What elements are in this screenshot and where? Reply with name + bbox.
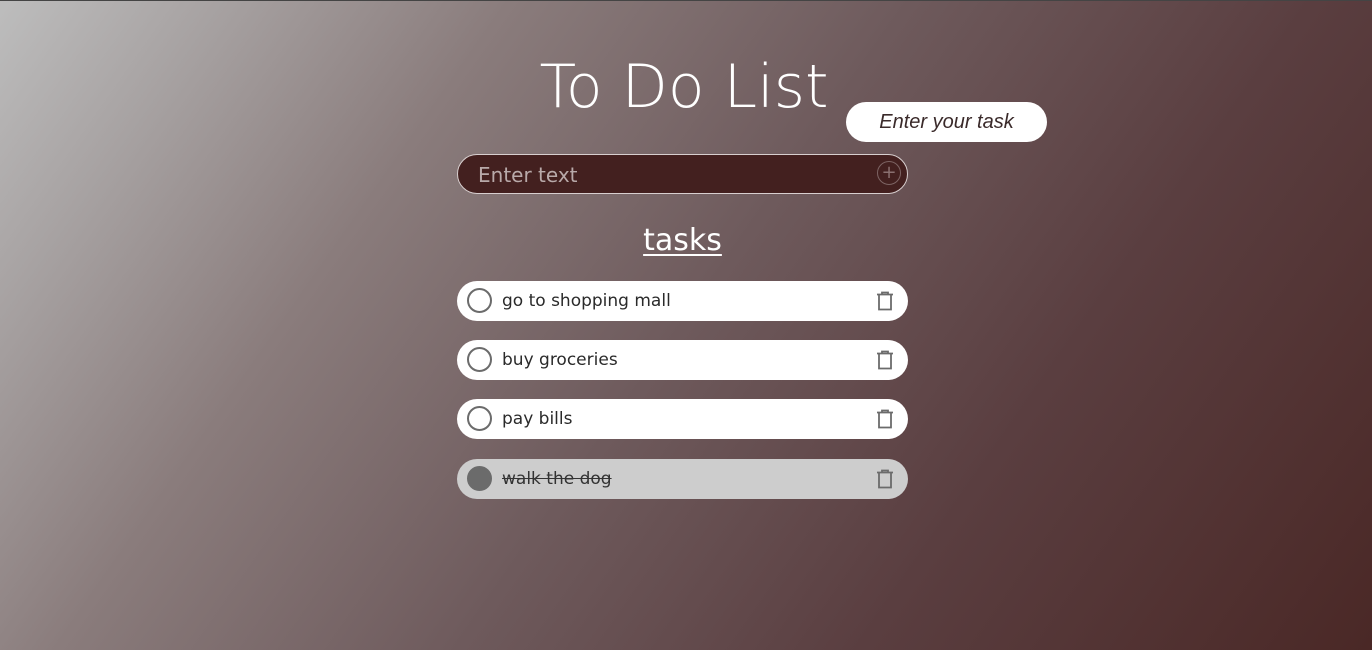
trash-icon[interactable] (876, 409, 894, 429)
input-tooltip: Enter your task (846, 102, 1047, 142)
task-item: go to shopping mall (457, 281, 908, 321)
task-checkbox-checked[interactable] (467, 466, 492, 491)
task-item: pay bills (457, 399, 908, 439)
trash-icon[interactable] (876, 350, 894, 370)
task-input[interactable] (476, 155, 860, 195)
task-text[interactable]: walk the dog (502, 459, 612, 499)
task-text[interactable]: buy groceries (502, 340, 618, 380)
task-checkbox[interactable] (467, 406, 492, 431)
task-checkbox[interactable] (467, 347, 492, 372)
plus-circle-icon[interactable]: + (877, 161, 901, 185)
task-text[interactable]: go to shopping mall (502, 281, 671, 321)
tasks-heading: tasks (643, 223, 722, 258)
task-item-completed: walk the dog (457, 459, 908, 499)
trash-icon[interactable] (876, 291, 894, 311)
task-item: buy groceries (457, 340, 908, 380)
task-checkbox[interactable] (467, 288, 492, 313)
task-input-container: + (457, 154, 908, 195)
page-title: To Do List (539, 52, 829, 122)
task-list: go to shopping mall buy groceries pay bi… (457, 281, 908, 518)
trash-icon[interactable] (876, 469, 894, 489)
task-text[interactable]: pay bills (502, 399, 573, 439)
